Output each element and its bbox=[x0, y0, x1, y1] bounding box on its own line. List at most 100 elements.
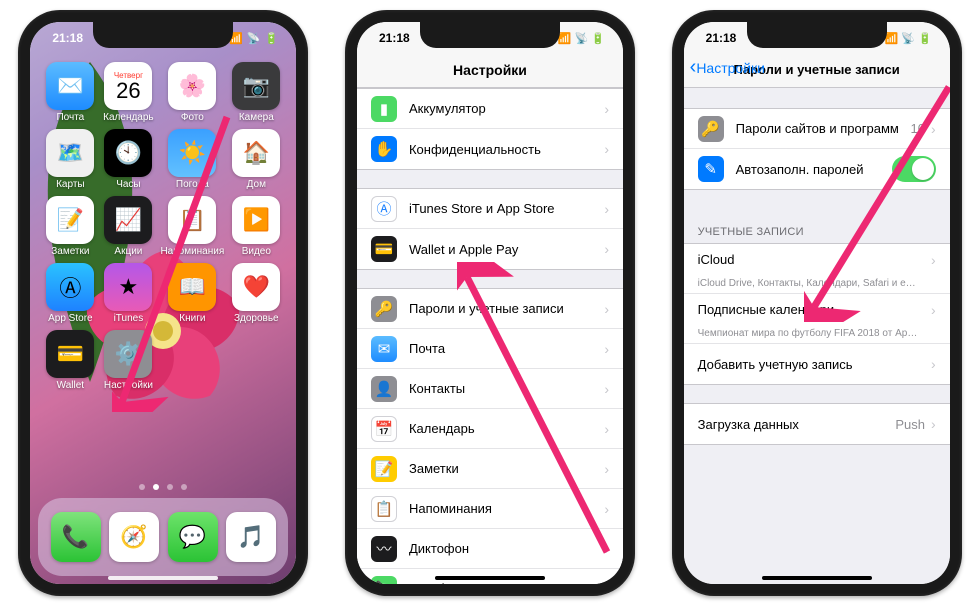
row-Календарь[interactable]: 📅Календарь› bbox=[357, 409, 623, 449]
row-icon: 📅 bbox=[371, 416, 397, 442]
row-subtitle: iCloud Drive, Контакты, Календари, Safar… bbox=[698, 278, 918, 289]
row-Пароли и учетные записи[interactable]: 🔑Пароли и учетные записи› bbox=[357, 289, 623, 329]
dock-app[interactable]: 📞 bbox=[51, 512, 101, 562]
app-Карты[interactable]: 🗺️Карты bbox=[44, 129, 96, 190]
dock-app[interactable]: 🎵 bbox=[226, 512, 276, 562]
app-icon: 📷 bbox=[232, 62, 280, 110]
app-Дом[interactable]: 🏠Дом bbox=[230, 129, 282, 190]
section: 🔑Пароли и учетные записи›✉Почта›👤Контакт… bbox=[357, 288, 623, 584]
app-label: Заметки bbox=[51, 247, 89, 257]
app-label: Видео bbox=[242, 247, 271, 257]
app-grid: ✉️ПочтаЧетверг26Календарь🌸Фото📷Камера 🗺️К… bbox=[30, 62, 296, 391]
row-label: Добавить учетную запись bbox=[698, 357, 931, 372]
accounts-screen: 21:18 📶 📡 🔋 ‹ Настройки Пароли и учетные… bbox=[684, 22, 950, 584]
row-label: Автозаполн. паролей bbox=[736, 162, 892, 177]
app-Книги[interactable]: 📖Книги bbox=[160, 263, 224, 324]
app-icon: 📖 bbox=[168, 263, 216, 311]
app-icon: Ⓐ bbox=[46, 263, 94, 311]
chevron-right-icon: › bbox=[604, 461, 609, 477]
home-indicator[interactable] bbox=[108, 576, 218, 580]
row-Заметки[interactable]: 📝Заметки› bbox=[357, 449, 623, 489]
row-label: iCloud bbox=[698, 252, 931, 267]
status-icons: 📶📡🔋 bbox=[229, 32, 278, 45]
row-icon: ✉ bbox=[371, 336, 397, 362]
app-icon: 📈 bbox=[104, 196, 152, 244]
section: 🔑Пароли сайтов и программ10›✎Автозаполн.… bbox=[684, 108, 950, 190]
phone-accounts: 21:18 📶 📡 🔋 ‹ Настройки Пароли и учетные… bbox=[672, 10, 962, 596]
section: Загрузка данныхPush› bbox=[684, 403, 950, 445]
row-iCloud[interactable]: iCloud iCloud Drive, Контакты, Календари,… bbox=[684, 244, 950, 294]
row-Пароли сайтов и программ[interactable]: 🔑Пароли сайтов и программ10› bbox=[684, 109, 950, 149]
app-icon: ★ bbox=[104, 263, 152, 311]
chevron-right-icon: › bbox=[604, 241, 609, 257]
row-subtitle: Чемпионат мира по футболу FIFA 2018 от A… bbox=[698, 328, 918, 339]
accounts-list[interactable]: 🔑Пароли сайтов и программ10›✎Автозаполн.… bbox=[684, 88, 950, 584]
app-icon: 📝 bbox=[46, 196, 94, 244]
row-Конфиденциальность[interactable]: ✋Конфиденциальность› bbox=[357, 129, 623, 169]
row-Подписные календари[interactable]: Подписные календариЧемпионат мира по фут… bbox=[684, 294, 950, 344]
app-Часы[interactable]: 🕙Часы bbox=[102, 129, 154, 190]
section: iCloud iCloud Drive, Контакты, Календари,… bbox=[684, 243, 950, 385]
chevron-right-icon: › bbox=[604, 101, 609, 117]
phone-settings: 21:18 📶 📡 🔋 Настройки ▮Аккумулятор›✋Конф… bbox=[345, 10, 635, 596]
row-Добавить учетную запись[interactable]: Добавить учетную запись› bbox=[684, 344, 950, 384]
app-icon: ☀️ bbox=[168, 129, 216, 177]
row-label: Аккумулятор bbox=[409, 101, 604, 116]
row-icon: ▮ bbox=[371, 96, 397, 122]
app-Почта[interactable]: ✉️Почта bbox=[44, 62, 96, 123]
app-icon: 💳 bbox=[46, 330, 94, 378]
app-label: App Store bbox=[48, 314, 92, 324]
row-label: Загрузка данных bbox=[698, 417, 896, 432]
app-Камера[interactable]: 📷Камера bbox=[230, 62, 282, 123]
home-indicator[interactable] bbox=[762, 576, 872, 580]
back-label: Настройки bbox=[696, 60, 765, 76]
dock-app[interactable]: 🧭 bbox=[109, 512, 159, 562]
status-icons: 📶 📡 🔋 bbox=[884, 32, 931, 45]
row-label: Телефон bbox=[409, 581, 604, 584]
app-Фото[interactable]: 🌸Фото bbox=[160, 62, 224, 123]
app-Календарь[interactable]: Четверг26Календарь bbox=[102, 62, 154, 123]
app-label: Почта bbox=[56, 113, 84, 123]
chevron-right-icon: › bbox=[604, 341, 609, 357]
home-indicator[interactable] bbox=[435, 576, 545, 580]
row-icon: 📋 bbox=[371, 496, 397, 522]
notch bbox=[420, 22, 560, 48]
app-Видео[interactable]: ▶️Видео bbox=[230, 196, 282, 257]
app-Напоминания[interactable]: 📋Напоминания bbox=[160, 196, 224, 257]
app-label: Погода bbox=[176, 180, 209, 190]
row-icon: 👤 bbox=[371, 376, 397, 402]
settings-screen: 21:18 📶 📡 🔋 Настройки ▮Аккумулятор›✋Конф… bbox=[357, 22, 623, 584]
app-Здоровье[interactable]: ❤️Здоровье bbox=[230, 263, 282, 324]
app-label: iTunes bbox=[114, 314, 144, 324]
row-Контакты[interactable]: 👤Контакты› bbox=[357, 369, 623, 409]
phone-home: 21:18 📶📡🔋 ✉️ПочтаЧетверг26Календарь🌸Фото… bbox=[18, 10, 308, 596]
app-Wallet[interactable]: 💳 Wallet bbox=[44, 330, 96, 391]
chevron-right-icon: › bbox=[604, 581, 609, 585]
app-Настройки[interactable]: ⚙️Настройки bbox=[102, 330, 154, 391]
dock-app[interactable]: 💬 bbox=[168, 512, 218, 562]
row-Почта[interactable]: ✉Почта› bbox=[357, 329, 623, 369]
chevron-right-icon: › bbox=[604, 201, 609, 217]
app-iTunes[interactable]: ★ iTunes bbox=[102, 263, 154, 324]
row-Диктофон[interactable]: 〰Диктофон› bbox=[357, 529, 623, 569]
app-Заметки[interactable]: 📝 Заметки bbox=[44, 196, 96, 257]
app-App Store[interactable]: Ⓐ App Store bbox=[44, 263, 96, 324]
app-label: Часы bbox=[116, 180, 140, 190]
section-header: Учетные записи bbox=[684, 208, 950, 243]
row-Wallet и Apple Pay[interactable]: 💳Wallet и Apple Pay› bbox=[357, 229, 623, 269]
row-Аккумулятор[interactable]: ▮ Аккумулятор› bbox=[357, 89, 623, 129]
back-button[interactable]: ‹ Настройки bbox=[690, 56, 765, 79]
app-Погода[interactable]: ☀️ Погода bbox=[160, 129, 224, 190]
row-Автозаполн. паролей[interactable]: ✎Автозаполн. паролей bbox=[684, 149, 950, 189]
row-Напоминания[interactable]: 📋Напоминания› bbox=[357, 489, 623, 529]
app-icon: ⚙️ bbox=[104, 330, 152, 378]
settings-list[interactable]: ▮Аккумулятор›✋Конфиденциальность›ⒶiTunes… bbox=[357, 88, 623, 584]
row-Загрузка данных[interactable]: Загрузка данныхPush› bbox=[684, 404, 950, 444]
toggle-switch[interactable] bbox=[892, 156, 936, 182]
app-Акции[interactable]: 📈Акции bbox=[102, 196, 154, 257]
app-icon: 🌸 bbox=[168, 62, 216, 110]
row-label: Конфиденциальность bbox=[409, 142, 604, 157]
app-label: Wallet bbox=[57, 381, 84, 391]
row-label: Диктофон bbox=[409, 541, 604, 556]
row-iTunes Store и App Store[interactable]: ⒶiTunes Store и App Store› bbox=[357, 189, 623, 229]
